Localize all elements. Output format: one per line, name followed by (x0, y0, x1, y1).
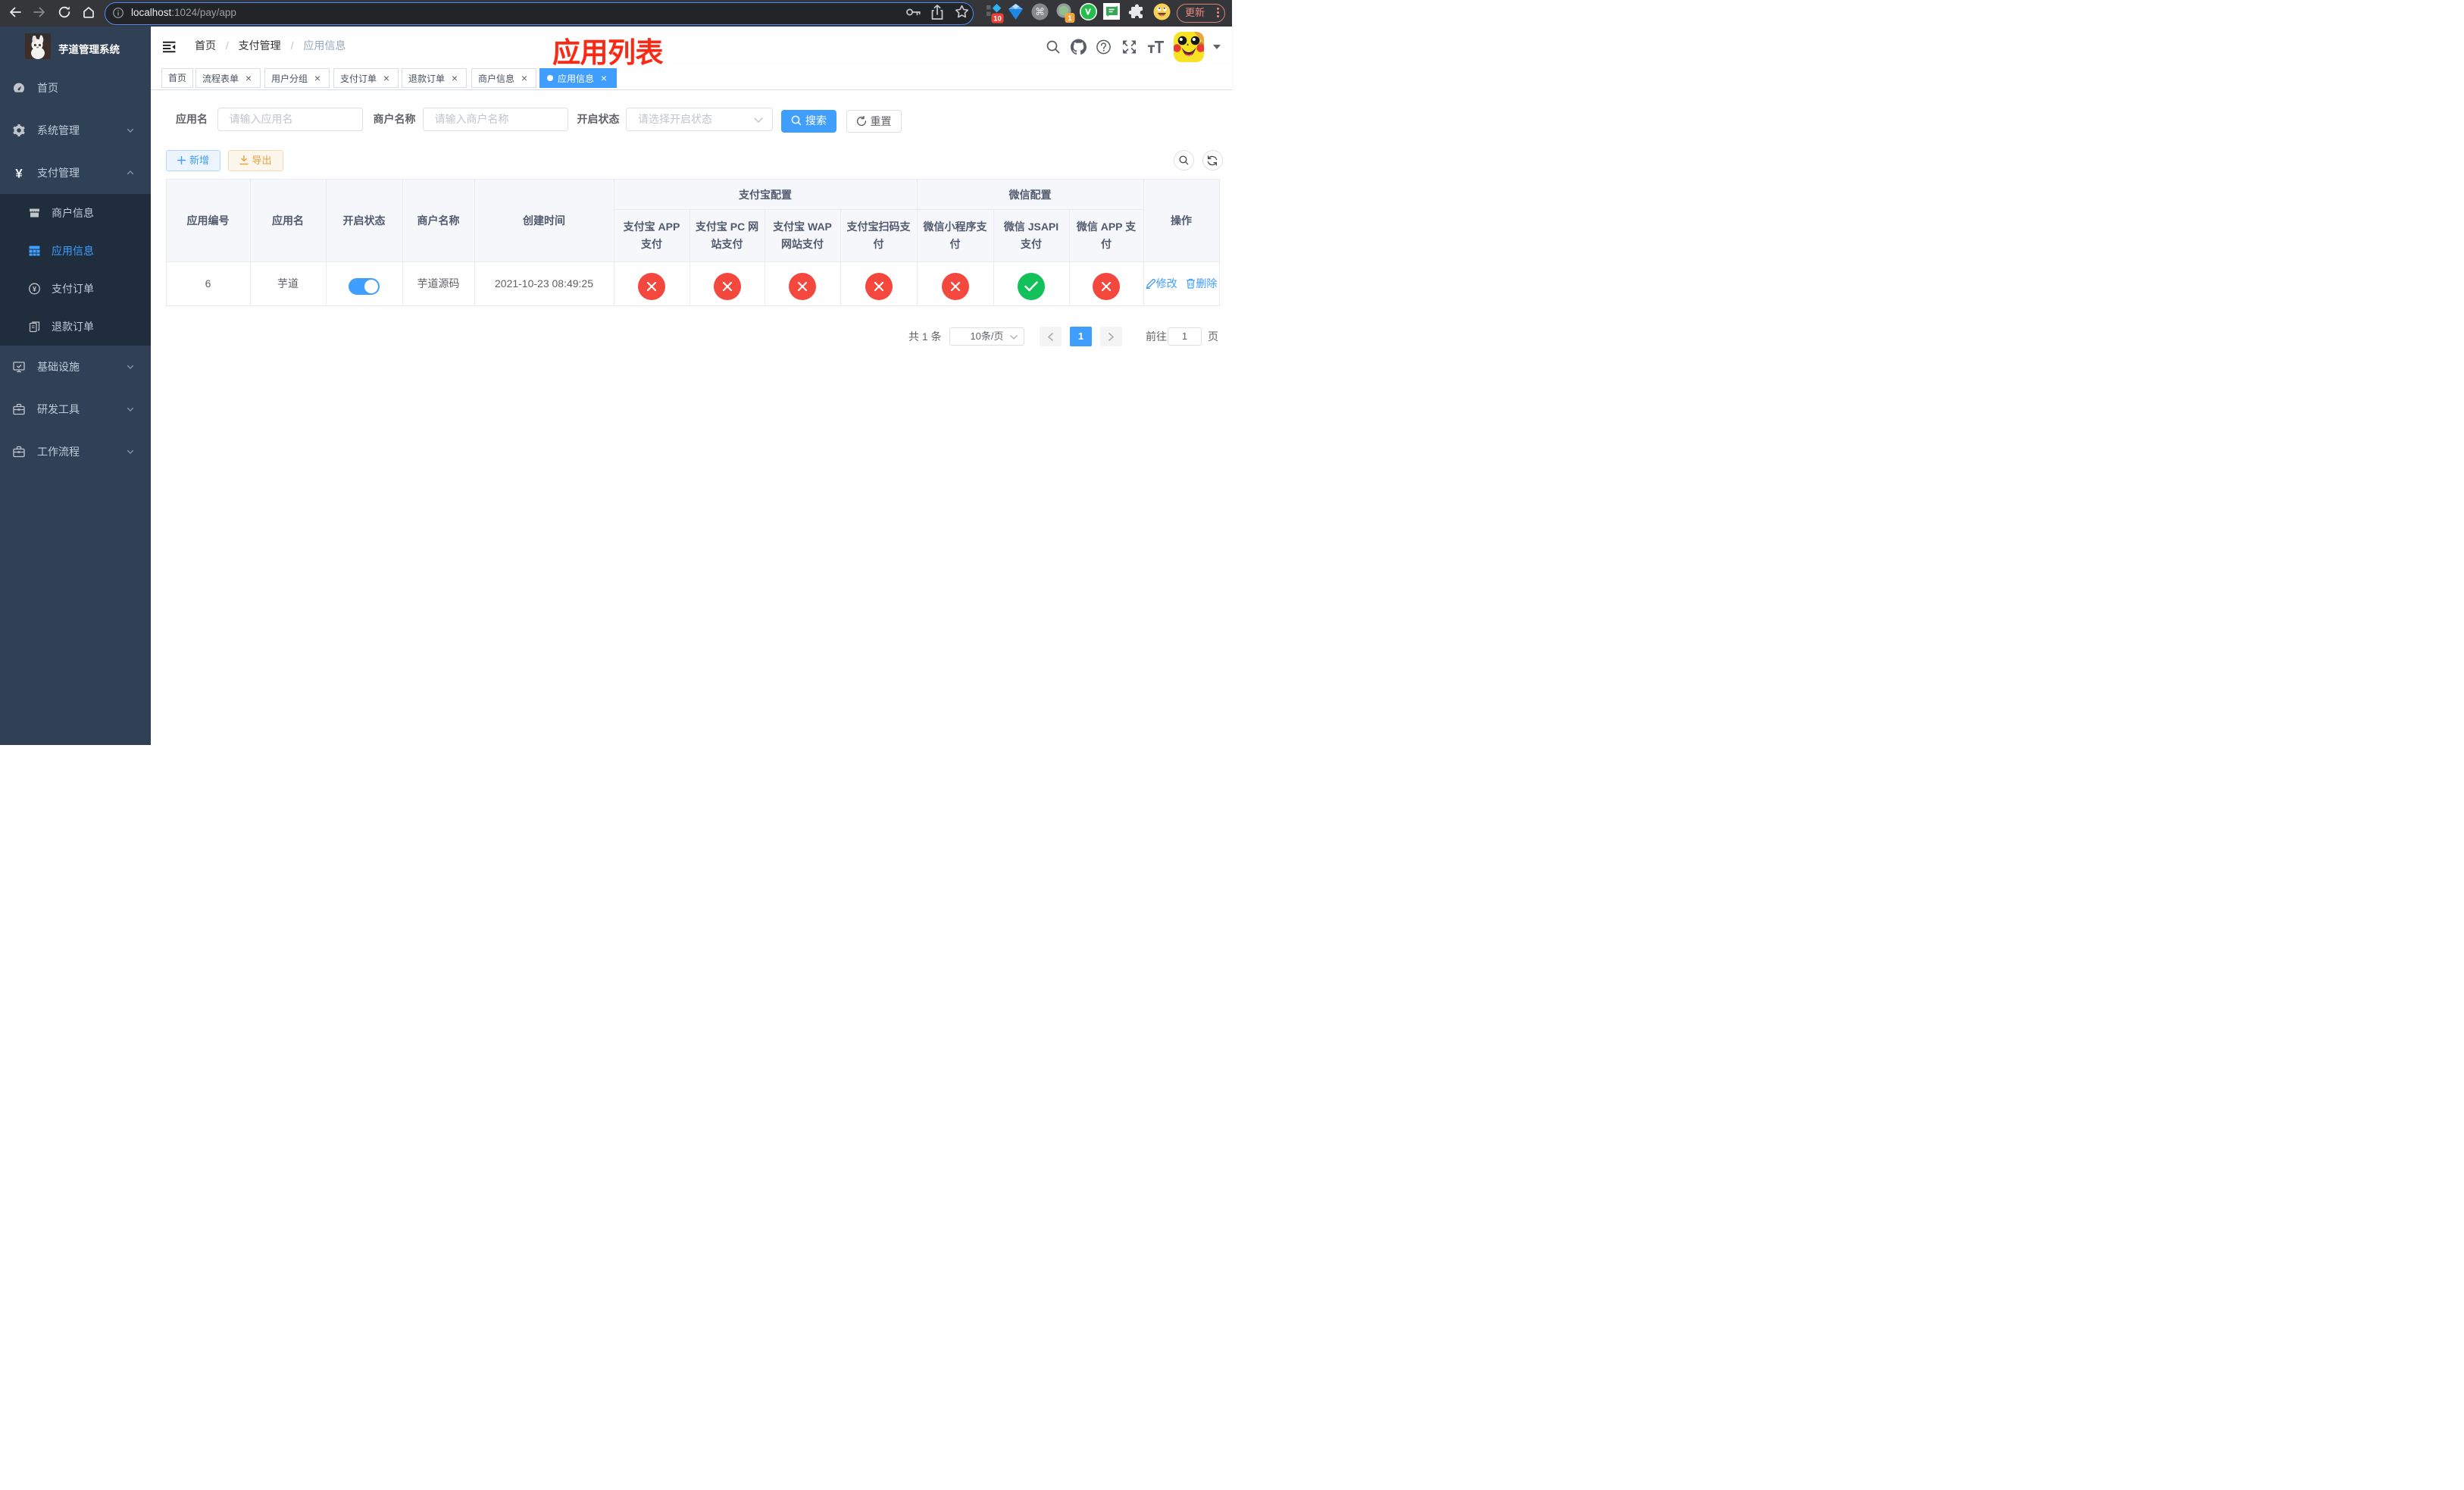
svg-text:1: 1 (1068, 14, 1072, 23)
svg-text:10: 10 (993, 15, 1002, 23)
svg-text:¥: ¥ (15, 167, 23, 179)
svg-text:¥: ¥ (33, 286, 36, 293)
svg-text:⌘: ⌘ (1035, 6, 1045, 17)
